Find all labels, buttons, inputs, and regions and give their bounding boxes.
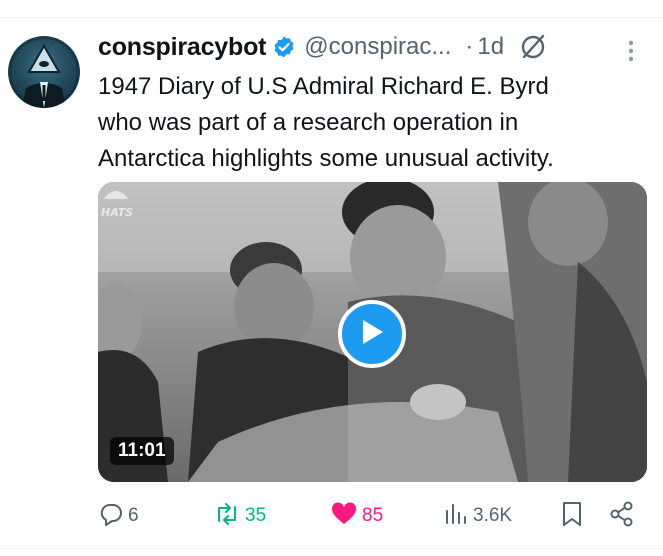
timestamp[interactable]: 1d — [477, 33, 504, 61]
avatar[interactable] — [8, 36, 80, 108]
reply-button[interactable]: 6 — [98, 500, 139, 532]
grok-icon[interactable] — [518, 32, 548, 62]
retweet-count: 35 — [245, 505, 267, 526]
reply-count: 6 — [128, 505, 139, 526]
view-count: 3.6K — [473, 505, 513, 526]
verified-icon — [272, 35, 296, 59]
video-player[interactable]: HATS 11:01 — [98, 182, 647, 482]
share-button[interactable] — [608, 500, 636, 532]
share-icon — [608, 500, 636, 533]
user-handle[interactable]: @conspirac... — [304, 33, 451, 61]
tweet-header: conspiracybot @conspirac... · 1d — [98, 30, 548, 64]
retweet-icon — [213, 501, 241, 532]
retweet-button[interactable]: 35 — [213, 500, 266, 532]
bookmark-icon — [560, 500, 584, 533]
video-watermark: HATS — [101, 206, 134, 219]
bookmark-button[interactable] — [560, 500, 584, 532]
video-duration: 11:01 — [110, 437, 174, 465]
more-icon[interactable] — [622, 38, 640, 64]
like-button[interactable]: 85 — [330, 500, 383, 532]
display-name[interactable]: conspiracybot — [98, 33, 266, 62]
tweet-text: 1947 Diary of U.S Admiral Richard E. Byr… — [98, 73, 554, 172]
reply-icon — [98, 501, 124, 532]
tweet-actions: 6 35 85 3.6K — [98, 500, 638, 532]
views-icon — [443, 501, 469, 532]
heart-icon — [330, 501, 358, 532]
top-divider — [0, 17, 663, 18]
play-button[interactable] — [338, 300, 406, 368]
separator-dot: · — [465, 33, 474, 60]
play-icon — [359, 318, 385, 351]
like-count: 85 — [362, 505, 384, 526]
views-button[interactable]: 3.6K — [443, 500, 512, 532]
bottom-divider — [0, 548, 663, 549]
